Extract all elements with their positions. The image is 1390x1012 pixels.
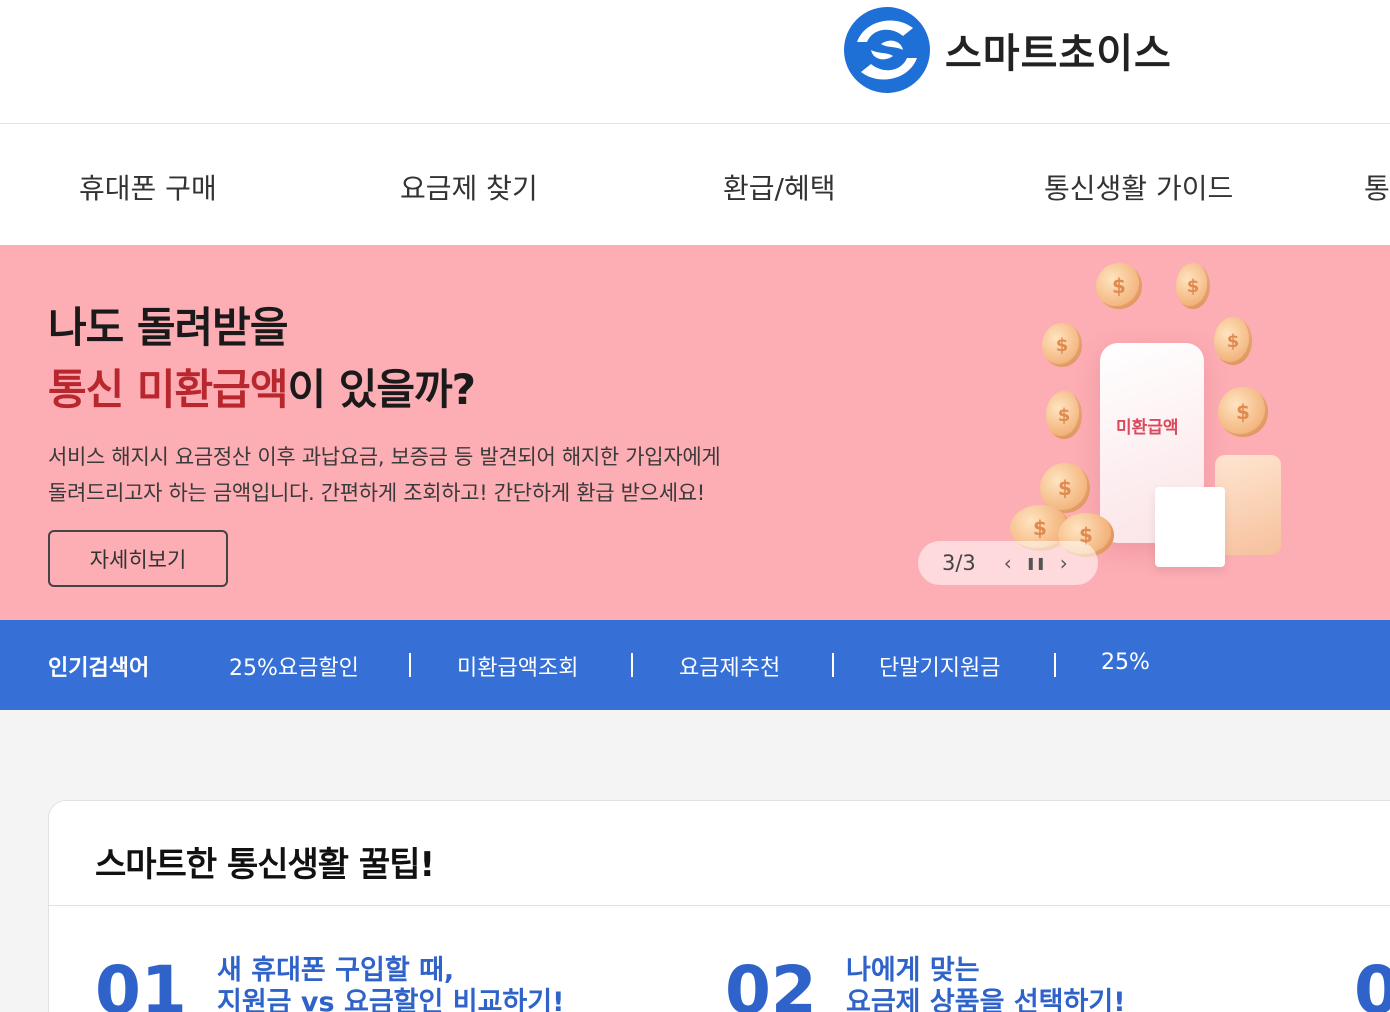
banner-desc-line1: 서비스 해지시 요금정산 이후 과납요금, 보증금 등 발견되어 해지한 가입자… [48, 445, 721, 469]
banner-title-line1: 나도 돌려받을 [48, 303, 288, 352]
popular-keyword[interactable]: 요금제추천 [679, 650, 780, 682]
tip-number: 02 [725, 952, 817, 1012]
popular-keyword[interactable]: 단말기지원금 [879, 650, 1000, 682]
popular-keyword[interactable]: 25% [1101, 650, 1150, 675]
next-slide-icon[interactable]: › [1050, 549, 1078, 577]
tip-link[interactable]: 새 휴대폰 구입할 때, 지원금 vs 요금할인 비교하기! [217, 955, 564, 1012]
banner-title-rest: 이 있을까? [287, 365, 476, 414]
keyword-divider [409, 653, 411, 677]
prev-slide-icon[interactable]: ‹ [994, 549, 1022, 577]
coin-icon: $ [1176, 263, 1210, 309]
tip-number: 0 [1354, 952, 1390, 1012]
popular-keyword[interactable]: 25%요금할인 [229, 650, 359, 682]
main-nav: 휴대폰 구매 요금제 찾기 환급/혜택 통신생활 가이드 통 [0, 125, 1390, 245]
phone-label: 미환급액 [1116, 418, 1179, 438]
tip-text-line2: 요금제 상품을 선택하기! [846, 987, 1126, 1012]
popular-keyword[interactable]: 미환급액조회 [457, 650, 578, 682]
banner-pager: 3/3 ‹ ❚❚ › [918, 541, 1098, 585]
tips-divider [49, 905, 1390, 906]
keyword-divider [1054, 653, 1056, 677]
popular-search-title: 인기검색어 [48, 656, 150, 681]
tips-title: 스마트한 통신생활 꿀팁! [95, 845, 435, 885]
coin-icon: $ [1218, 387, 1268, 437]
site-header: 스마트초이스 [0, 0, 1390, 124]
tip-number: 01 [95, 952, 187, 1012]
banner-title-line2: 통신 미환급액이 있을까? [48, 359, 476, 421]
nav-item-refund-benefit[interactable]: 환급/혜택 [723, 167, 835, 207]
coin-icon: $ [1042, 323, 1082, 367]
banner-description: 서비스 해지시 요금정산 이후 과납요금, 보증금 등 발견되어 해지한 가입자… [48, 439, 721, 511]
pause-icon[interactable]: ❚❚ [1022, 549, 1050, 577]
receipt-shape [1155, 487, 1225, 567]
hero-banner: 나도 돌려받을 통신 미환급액이 있을까? 서비스 해지시 요금정산 이후 과납… [0, 245, 1390, 620]
banner-title: 나도 돌려받을 통신 미환급액이 있을까? [48, 297, 476, 421]
nav-item-telecom-guide[interactable]: 통신생활 가이드 [1044, 167, 1233, 207]
coin-icon: $ [1096, 263, 1142, 309]
coin-icon: $ [1046, 391, 1082, 439]
keyword-divider [631, 653, 633, 677]
nav-item-phone-purchase[interactable]: 휴대폰 구매 [79, 167, 217, 207]
tips-card: 스마트한 통신생활 꿀팁! 01 새 휴대폰 구입할 때, 지원금 vs 요금할… [48, 800, 1390, 1012]
logo-link[interactable]: 스마트초이스 [843, 6, 1172, 94]
banner-title-highlight: 통신 미환급액 [48, 365, 288, 414]
tip-link[interactable]: 나에게 맞는 요금제 상품을 선택하기! [846, 955, 1126, 1012]
popular-search-bar: 인기검색어 25%요금할인 미환급액조회 요금제추천 단말기지원금 25% [0, 620, 1390, 710]
detail-button[interactable]: 자세히보기 [48, 530, 228, 587]
tip-text-line1: 새 휴대폰 구입할 때, [217, 955, 455, 986]
coin-icon: $ [1214, 317, 1252, 365]
sc-logo-icon [844, 7, 930, 93]
nav-item-plan-search[interactable]: 요금제 찾기 [400, 167, 538, 207]
slide-counter: 3/3 [942, 551, 976, 575]
nav-item-truncated[interactable]: 통 [1364, 167, 1390, 207]
logo-text: 스마트초이스 [945, 31, 1172, 77]
tip-text-line1: 나에게 맞는 [846, 955, 980, 986]
keyword-divider [832, 653, 834, 677]
tip-text-line2: 지원금 vs 요금할인 비교하기! [217, 987, 565, 1012]
banner-desc-line2: 돌려드리고자 하는 금액입니다. 간편하게 조회하고! 간단하게 환급 받으세요… [48, 481, 705, 505]
